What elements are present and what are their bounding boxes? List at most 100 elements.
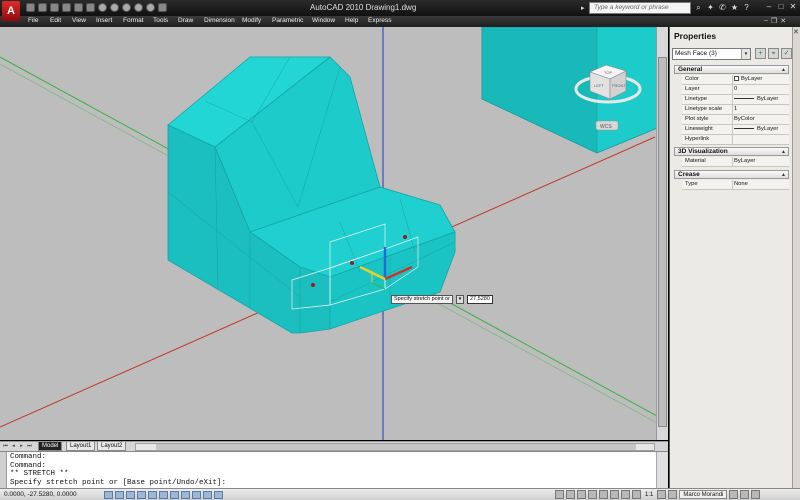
lineweight-icon[interactable]: [203, 491, 212, 499]
group-3d-visualization-header[interactable]: 3D Visualization ▲: [674, 147, 789, 156]
quick-properties-icon[interactable]: [214, 491, 223, 499]
qat-dropdown-icon[interactable]: [158, 3, 167, 12]
property-row-hyperlink[interactable]: Hyperlink: [682, 135, 789, 145]
mesh-object[interactable]: [167, 56, 456, 334]
property-row-crease-type[interactable]: Type None: [682, 180, 789, 190]
lock-ui-icon[interactable]: [729, 490, 739, 499]
object-snap-icon[interactable]: [148, 491, 157, 499]
pan-status-icon[interactable]: [588, 490, 597, 499]
plot-icon[interactable]: [86, 3, 95, 12]
menu-edit[interactable]: Edit: [50, 17, 61, 24]
palette-title-strip[interactable]: [792, 27, 800, 488]
steeringwheel-icon[interactable]: [610, 490, 619, 499]
showmotion-icon[interactable]: [621, 490, 630, 499]
doc-minimize-icon[interactable]: –: [764, 17, 768, 25]
group-crease-header[interactable]: Crease ▲: [674, 170, 789, 179]
doc-close-icon[interactable]: ✕: [780, 17, 786, 25]
collapse-icon[interactable]: ▲: [781, 148, 786, 156]
menu-insert[interactable]: Insert: [96, 17, 112, 24]
object-snap-tracking-icon[interactable]: [170, 491, 179, 499]
toggle-pickadd-icon[interactable]: +: [755, 48, 766, 59]
property-row-material[interactable]: Material ByLayer: [682, 157, 789, 167]
favorites-icon[interactable]: ★: [730, 3, 739, 12]
undo-icon[interactable]: [62, 3, 71, 12]
clean-screen-icon[interactable]: [751, 490, 761, 499]
palette-close-icon[interactable]: ✕: [793, 28, 799, 36]
dynamic-ucs-icon[interactable]: [181, 491, 190, 499]
command-line-grip[interactable]: [0, 452, 7, 489]
search-icon[interactable]: ⌕: [694, 3, 703, 12]
first-tab-icon[interactable]: ⏮: [2, 443, 9, 450]
tab-layout2[interactable]: Layout2: [97, 442, 127, 451]
last-tab-icon[interactable]: ⏭: [26, 443, 33, 450]
application-menu-button[interactable]: A: [2, 1, 20, 21]
scrollbar-thumb[interactable]: [156, 444, 636, 450]
tab-model[interactable]: Model: [38, 442, 63, 451]
menu-dimension[interactable]: Dimension: [204, 17, 235, 24]
annotation-scale-value[interactable]: 1:1: [643, 492, 655, 498]
next-tab-icon[interactable]: ▸: [18, 443, 25, 450]
help-icon[interactable]: ?: [742, 3, 751, 12]
grip-point[interactable]: [350, 261, 354, 265]
quick-view-layouts-icon[interactable]: [566, 490, 575, 499]
prev-tab-icon[interactable]: ◂: [10, 443, 17, 450]
3d-object-snap-icon[interactable]: [159, 491, 168, 499]
search-toggle-icon[interactable]: ▸: [581, 4, 587, 12]
communication-center-icon[interactable]: ✆: [718, 3, 727, 12]
property-row-layer[interactable]: Layer 0: [682, 85, 789, 95]
polar-tracking-icon[interactable]: [137, 491, 146, 499]
snap-mode-icon[interactable]: [104, 491, 113, 499]
menu-help[interactable]: Help: [345, 17, 358, 24]
redo-icon[interactable]: [74, 3, 83, 12]
command-prompt-input[interactable]: Specify stretch point or [Base point/Und…: [10, 479, 226, 488]
zoom-realtime-icon[interactable]: [110, 3, 119, 12]
menu-format[interactable]: Format: [123, 17, 144, 24]
workspace-switcher[interactable]: Marco Morandi: [679, 490, 728, 499]
ortho-mode-icon[interactable]: [126, 491, 135, 499]
new-icon[interactable]: [26, 3, 35, 12]
command-line-scrollbar[interactable]: [656, 452, 668, 489]
orbit-icon[interactable]: [146, 3, 155, 12]
dynamic-input-value[interactable]: 27.5280: [467, 295, 493, 304]
model-space-icon[interactable]: [555, 490, 564, 499]
grip-point[interactable]: [311, 283, 315, 287]
save-icon[interactable]: [50, 3, 59, 12]
object-type-select[interactable]: Mesh Face (3) ▾: [672, 48, 751, 60]
menu-express[interactable]: Express: [368, 17, 391, 24]
menu-file[interactable]: File: [28, 17, 38, 24]
model-space-canvas[interactable]: TOP LEFT FRONT WCS: [0, 27, 668, 440]
tab-layout1[interactable]: Layout1: [66, 442, 96, 451]
menu-tools[interactable]: Tools: [153, 17, 168, 24]
pan-icon[interactable]: [98, 3, 107, 12]
grid-display-icon[interactable]: [115, 491, 124, 499]
minimize-icon[interactable]: –: [764, 2, 774, 12]
collapse-icon[interactable]: ▲: [781, 171, 786, 179]
group-general-header[interactable]: General ▲: [674, 65, 789, 74]
menu-draw[interactable]: Draw: [178, 17, 193, 24]
subscription-center-icon[interactable]: ✦: [706, 3, 715, 12]
scrollbar-thumb[interactable]: [658, 57, 667, 427]
property-row-lineweight[interactable]: Lineweight ByLayer: [682, 125, 789, 135]
annotation-visibility-icon[interactable]: [657, 490, 667, 499]
menu-view[interactable]: View: [72, 17, 86, 24]
annotation-scale-icon[interactable]: [632, 490, 641, 499]
zoom-window-icon[interactable]: [122, 3, 131, 12]
chevron-down-icon[interactable]: ▾: [741, 49, 750, 59]
horizontal-scrollbar[interactable]: [135, 443, 655, 451]
auto-scale-icon[interactable]: [668, 490, 678, 499]
quick-view-drawings-icon[interactable]: [577, 490, 586, 499]
close-icon[interactable]: ✕: [788, 2, 798, 12]
drawing-area[interactable]: TOP LEFT FRONT WCS: [0, 27, 668, 440]
menu-window[interactable]: Window: [312, 17, 335, 24]
dynamic-input-options-icon[interactable]: ▾: [456, 295, 464, 304]
zoom-previous-icon[interactable]: [134, 3, 143, 12]
property-row-plot-style[interactable]: Plot style ByColor: [682, 115, 789, 125]
search-input[interactable]: Type a keyword or phrase: [589, 2, 691, 14]
open-icon[interactable]: [38, 3, 47, 12]
command-line[interactable]: Command: Command: ** STRETCH ** Specify …: [0, 451, 668, 489]
maximize-icon[interactable]: □: [776, 2, 786, 12]
zoom-status-icon[interactable]: [599, 490, 608, 499]
property-row-linetype-scale[interactable]: Linetype scale 1: [682, 105, 789, 115]
isolate-objects-icon[interactable]: [740, 490, 750, 499]
collapse-icon[interactable]: ▲: [781, 66, 786, 74]
